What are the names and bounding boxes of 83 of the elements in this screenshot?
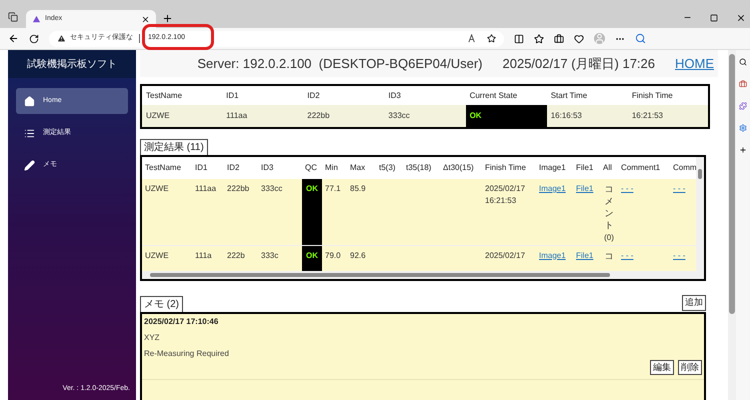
column-header: All bbox=[600, 157, 618, 179]
favorite-icon[interactable] bbox=[487, 34, 496, 43]
table-link[interactable]: Image1 bbox=[539, 184, 566, 193]
memo-text: XYZ bbox=[144, 332, 161, 344]
home-link[interactable]: HOME bbox=[675, 54, 714, 74]
column-header: ID1 bbox=[192, 157, 224, 179]
datetime-label: 2025/02/17 (月曜日) 17:26 bbox=[502, 54, 655, 73]
puzzle-icon[interactable] bbox=[739, 102, 747, 110]
app-title: 試験機掲示板ソフト bbox=[27, 58, 117, 72]
close-icon[interactable] bbox=[736, 13, 746, 23]
list-icon bbox=[24, 128, 35, 138]
column-header: ID2 bbox=[224, 157, 258, 179]
split-screen-icon[interactable] bbox=[514, 34, 524, 44]
table-link[interactable]: File1 bbox=[576, 184, 594, 193]
new-tab-icon[interactable] bbox=[162, 13, 173, 24]
column-header: ID2 bbox=[303, 85, 384, 105]
tab-actions-icon[interactable] bbox=[8, 12, 18, 22]
table-cell: 77.1 bbox=[322, 179, 347, 245]
table-link[interactable]: - - - bbox=[673, 250, 686, 260]
column-header: Comment1 bbox=[618, 157, 670, 179]
state-cell: OK bbox=[466, 105, 547, 128]
table-cell: UZWE bbox=[142, 179, 192, 245]
memo-date: 2025/02/17 17:10:46 bbox=[144, 316, 220, 328]
table-cell: 111aa bbox=[222, 105, 304, 128]
column-header: t35(18) bbox=[403, 157, 440, 179]
column-header: Finish Time bbox=[628, 85, 709, 105]
table-cell: UZWE bbox=[141, 105, 222, 128]
favorites-icon[interactable] bbox=[534, 34, 544, 44]
edit-button[interactable]: 編集 bbox=[650, 360, 674, 375]
column-header: Image1 bbox=[536, 157, 573, 179]
column-header: TestName bbox=[142, 157, 192, 179]
add-button[interactable]: 追加 bbox=[682, 295, 706, 310]
memo-text: Re-Measuring Required bbox=[144, 348, 230, 360]
column-header: Max bbox=[347, 157, 376, 179]
table-link[interactable]: - - - bbox=[673, 184, 686, 193]
table-link[interactable]: - - - bbox=[621, 184, 634, 193]
briefcase-icon[interactable] bbox=[739, 80, 747, 88]
table-cell: 16:21:53 bbox=[628, 105, 709, 128]
home-icon bbox=[24, 96, 35, 106]
column-header: ID1 bbox=[222, 85, 304, 105]
table-link[interactable]: - - - bbox=[621, 250, 634, 260]
table-cell: 111aa bbox=[192, 179, 224, 245]
table-cell: 222bb bbox=[224, 179, 258, 245]
column-header: Min bbox=[322, 157, 347, 179]
table-cell: 85.9 bbox=[347, 179, 376, 245]
column-header: Start Time bbox=[546, 85, 628, 105]
heart-icon[interactable] bbox=[574, 34, 584, 44]
column-header: ID3 bbox=[258, 157, 302, 179]
table-cell: 16:16:53 bbox=[546, 105, 628, 128]
table-cell: 333cc bbox=[384, 105, 466, 128]
table-cell: 2025/02/17 16:21:53 bbox=[482, 179, 536, 245]
table-cell: 333cc bbox=[258, 179, 302, 245]
back-icon[interactable] bbox=[8, 33, 19, 44]
column-header: TestName bbox=[141, 85, 222, 105]
maximize-icon[interactable] bbox=[710, 14, 718, 22]
add-icon[interactable] bbox=[739, 146, 747, 154]
settings-icon[interactable] bbox=[739, 124, 747, 132]
column-header: Current State bbox=[466, 85, 547, 105]
pencil-icon bbox=[24, 160, 35, 170]
server-label: Server: 192.0.2.100 (DESKTOP-BQ6EP04/User) bbox=[197, 54, 483, 73]
app-logo-icon bbox=[32, 14, 41, 24]
column-header: File1 bbox=[573, 157, 600, 179]
column-header: ID3 bbox=[384, 85, 466, 105]
reload-icon[interactable] bbox=[29, 34, 39, 44]
vertical-comment-label: コ bbox=[604, 250, 614, 262]
comment-count: (0) bbox=[604, 232, 614, 244]
close-icon[interactable] bbox=[141, 14, 150, 24]
warning-icon bbox=[57, 34, 66, 43]
vertical-comment-label: コメント bbox=[604, 183, 614, 232]
table-link[interactable]: File1 bbox=[576, 250, 594, 260]
qc-status: OK bbox=[302, 179, 322, 245]
horizontal-scrollbar[interactable] bbox=[142, 271, 696, 279]
column-header: t5(3) bbox=[376, 157, 403, 179]
column-header: QC bbox=[302, 157, 322, 179]
read-aloud-icon[interactable] bbox=[468, 34, 477, 43]
table-cell: 222bb bbox=[303, 105, 384, 128]
page-scrollbar[interactable] bbox=[728, 50, 736, 400]
column-header: Δt30(15) bbox=[440, 157, 482, 179]
column-header: Comm bbox=[670, 157, 704, 179]
vertical-scrollbar[interactable] bbox=[696, 157, 704, 279]
delete-button[interactable]: 削除 bbox=[678, 360, 702, 375]
column-header: Finish Time bbox=[482, 157, 536, 179]
search-icon[interactable] bbox=[739, 58, 747, 66]
